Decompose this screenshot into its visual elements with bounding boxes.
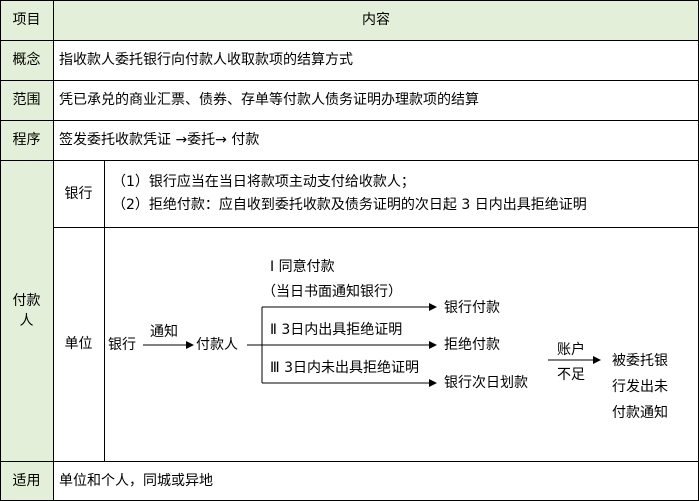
flow-final: 被委托银 行发出未 付款通知 bbox=[612, 348, 668, 426]
grid-line bbox=[0, 461, 699, 462]
flow-opt2-title: Ⅱ 3日内出具拒绝证明 bbox=[270, 322, 403, 338]
flow-result2: 拒绝付款 bbox=[444, 337, 500, 353]
flow-final-line2: 行发出未 bbox=[612, 379, 668, 395]
flow-account-bottom: 不足 bbox=[557, 367, 585, 383]
grid-line bbox=[0, 40, 699, 41]
flow-result1: 银行付款 bbox=[444, 300, 500, 316]
applicable-label: 适用 bbox=[12, 473, 41, 489]
grid-line bbox=[53, 0, 54, 501]
flow-opt1-note: （当日书面通知银行） bbox=[262, 284, 402, 300]
grid-line bbox=[0, 80, 699, 81]
flow-payer: 付款人 bbox=[196, 337, 238, 353]
grid-line bbox=[0, 0, 1, 501]
flow-final-line1: 被委托银 bbox=[612, 353, 668, 369]
flow-account-top: 账户 bbox=[557, 342, 585, 358]
grid-line bbox=[0, 120, 699, 121]
flow-opt1-title: Ⅰ 同意付款 bbox=[270, 259, 335, 275]
flow-opt3-title: Ⅲ 3日内未出具拒绝证明 bbox=[270, 360, 420, 376]
flow-final-line3: 付款通知 bbox=[612, 405, 668, 421]
grid-line bbox=[53, 227, 699, 228]
applicable-text: 单位和个人，同城或异地 bbox=[59, 473, 213, 489]
flow-bank: 银行 bbox=[108, 337, 136, 353]
grid-line bbox=[104, 160, 105, 461]
flow-notify: 通知 bbox=[150, 324, 178, 340]
flow-result3: 银行次日划款 bbox=[444, 375, 528, 391]
grid-line bbox=[0, 0, 699, 1]
